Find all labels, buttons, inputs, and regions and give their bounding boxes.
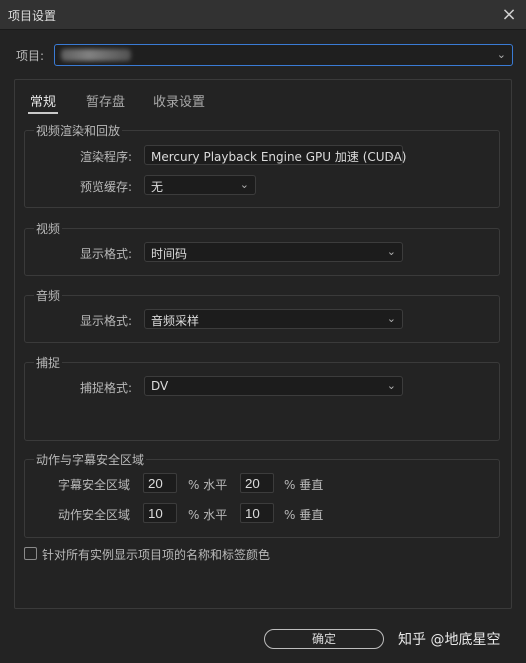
tab-general[interactable]: 常规: [27, 91, 59, 114]
section-title-audio: 音频: [34, 287, 63, 304]
show-names-labels-label: 针对所有实例显示项目项的名称和标签颜色: [42, 548, 271, 562]
section-title-capture: 捕捉: [34, 354, 63, 371]
section-safe-areas: [24, 459, 500, 538]
capture-format-value: DV: [151, 379, 169, 393]
audio-display-format-label: 显示格式:: [80, 314, 133, 328]
action-safe-vertical-input[interactable]: [240, 503, 274, 523]
chevron-down-icon: ⌄: [386, 245, 396, 258]
close-icon[interactable]: ×: [498, 4, 520, 26]
renderer-dropdown[interactable]: Mercury Playback Engine GPU 加速 (CUDA) ⌄: [144, 145, 407, 165]
tab-ingest-settings[interactable]: 收录设置: [153, 91, 205, 110]
audio-display-format-value: 音频采样: [151, 314, 200, 328]
title-safe-horizontal-input[interactable]: [143, 473, 177, 493]
title-bar: 项目设置 ×: [0, 0, 526, 30]
video-display-format-label: 显示格式:: [80, 247, 133, 261]
title-safe-vertical-input[interactable]: [240, 473, 274, 493]
project-select[interactable]: ⌄: [54, 44, 513, 66]
action-safe-label: 动作安全区域: [58, 508, 131, 522]
action-safe-horizontal-unit: % 水平: [188, 508, 228, 522]
action-safe-horizontal-input[interactable]: [143, 503, 177, 523]
tab-scratch-disks[interactable]: 暂存盘: [86, 91, 125, 110]
audio-display-format-dropdown[interactable]: 音频采样 ⌄: [144, 309, 403, 329]
section-title-safe-areas: 动作与字幕安全区域: [34, 451, 147, 468]
title-safe-horizontal-unit: % 水平: [188, 478, 228, 492]
chevron-down-icon: ⌄: [239, 178, 249, 191]
capture-format-label: 捕捉格式:: [80, 381, 133, 395]
section-video-rendering: [24, 130, 500, 208]
section-title-video-rendering: 视频渲染和回放: [34, 122, 123, 139]
window-title: 项目设置: [8, 9, 57, 23]
section-capture: [24, 362, 500, 441]
section-title-video: 视频: [34, 220, 63, 237]
capture-format-dropdown[interactable]: DV ⌄: [144, 376, 403, 396]
video-display-format-dropdown[interactable]: 时间码 ⌄: [144, 242, 403, 262]
title-safe-vertical-unit: % 垂直: [284, 478, 324, 492]
video-display-format-value: 时间码: [151, 247, 188, 261]
project-label: 项目:: [16, 49, 45, 63]
action-safe-vertical-unit: % 垂直: [284, 508, 324, 522]
preview-cache-label: 预览缓存:: [80, 180, 133, 194]
chevron-down-icon: ⌄: [386, 148, 396, 161]
chevron-down-icon: ⌄: [496, 48, 506, 61]
chevron-down-icon: ⌄: [386, 379, 396, 392]
preview-cache-dropdown[interactable]: 无 ⌄: [144, 175, 256, 195]
ok-button[interactable]: 确定: [264, 629, 384, 649]
chevron-down-icon: ⌄: [386, 312, 396, 325]
title-safe-label: 字幕安全区域: [58, 478, 131, 492]
watermark: 知乎 @地底星空: [398, 632, 501, 648]
preview-cache-value: 无: [151, 180, 164, 194]
project-name-redacted: [61, 49, 131, 61]
renderer-value: Mercury Playback Engine GPU 加速 (CUDA): [151, 150, 407, 164]
show-names-labels-checkbox[interactable]: [24, 547, 37, 560]
renderer-label: 渲染程序:: [80, 150, 133, 164]
